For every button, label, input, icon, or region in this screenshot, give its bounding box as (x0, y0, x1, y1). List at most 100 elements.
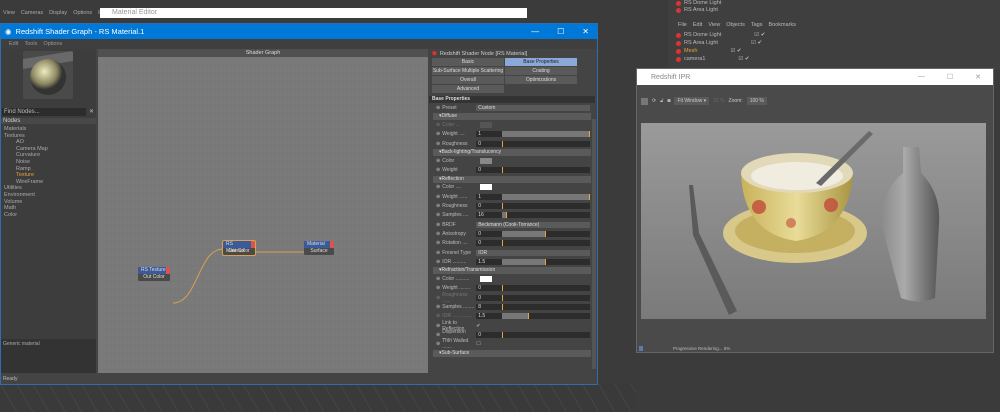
render-view[interactable] (641, 123, 986, 319)
color-swatch[interactable] (480, 276, 493, 283)
object-item[interactable]: RS Dome Light ☑ ✔ (676, 32, 765, 38)
value-slider[interactable] (502, 203, 591, 210)
dropdown[interactable]: Custom (476, 104, 591, 111)
param-icon[interactable]: ⊕ (436, 295, 440, 301)
maximize-button[interactable]: ☐ (557, 27, 564, 36)
param-icon[interactable]: ⊕ (436, 231, 440, 237)
value-input[interactable]: 8 (476, 303, 503, 310)
tab-advanced[interactable]: Advanced (432, 85, 504, 93)
value-slider[interactable] (502, 258, 591, 265)
tree-item-wireframe[interactable]: WireFrame (4, 179, 48, 186)
viewport-menu-cameras[interactable]: Cameras (21, 10, 43, 16)
param-icon[interactable]: ⊕ (436, 341, 440, 347)
value-slider[interactable] (502, 131, 591, 138)
minimize-button[interactable]: — (918, 73, 925, 81)
value-slider[interactable] (502, 285, 591, 292)
group-header[interactable]: ▾Diffuse (433, 113, 591, 121)
shader-graph-titlebar[interactable]: ◉ Redshift Shader Graph - RS Material.1 … (1, 24, 597, 39)
param-icon[interactable]: ⊕ (436, 313, 440, 319)
close-button[interactable]: ✕ (582, 27, 589, 36)
om-menu-tags[interactable]: Tags (751, 22, 763, 28)
material-editor-titlebar[interactable]: Material Editor (100, 8, 527, 18)
tree-item-environment[interactable]: Environment (4, 192, 48, 199)
checkbox[interactable]: ✔ (476, 323, 480, 329)
value-input[interactable]: 1 (476, 193, 503, 200)
param-icon[interactable]: ⊕ (436, 259, 440, 265)
tree-item-ao[interactable]: AO (4, 139, 48, 146)
scale-input[interactable]: 25 % (713, 98, 724, 104)
maximize-button[interactable]: ☐ (947, 73, 953, 81)
tab-basic[interactable]: Basic (432, 58, 504, 66)
menu-options[interactable]: Options (43, 41, 62, 47)
tab-optimizations[interactable]: Optimizations (505, 76, 577, 84)
group-header[interactable]: ▾Sub-Surface (433, 349, 591, 357)
value-input[interactable]: 1.5 (476, 313, 503, 320)
node-port[interactable]: Out Color (138, 274, 170, 281)
value-input[interactable]: 0 (476, 140, 503, 147)
viewport-wireframe[interactable] (0, 384, 636, 412)
param-icon[interactable]: ⊕ (436, 240, 440, 246)
tree-item-materials[interactable]: Materials (4, 126, 48, 133)
node-rs-material[interactable]: RS Material Out Color (222, 240, 256, 256)
om-menu-file[interactable]: File (678, 22, 687, 28)
value-slider[interactable] (502, 331, 591, 338)
color-swatch[interactable] (480, 184, 493, 191)
value-slider[interactable] (502, 294, 591, 301)
menu-edit[interactable]: Edit (9, 41, 18, 47)
minimize-button[interactable]: — (531, 27, 539, 36)
tree-item-textures[interactable]: Textures (4, 133, 48, 140)
ipr-titlebar[interactable]: Redshift IPR — ☐ ✕ (637, 69, 993, 85)
om-menu-bookmarks[interactable]: Bookmarks (768, 22, 796, 28)
param-icon[interactable]: ⊕ (436, 203, 440, 209)
viewport-menu-display[interactable]: Display (49, 10, 67, 16)
value-input[interactable]: 0 (476, 294, 503, 301)
node-rs-texture[interactable]: RS Texture Out Color (138, 267, 170, 281)
param-icon[interactable]: ⊕ (436, 167, 440, 173)
tree-item-utilities[interactable]: Utilities (4, 185, 48, 192)
dropdown[interactable]: Beckmann (Cook-Torrance) (476, 221, 591, 228)
param-icon[interactable]: ⊕ (436, 158, 440, 164)
node-port[interactable]: Surface (304, 248, 334, 255)
zoom-input[interactable]: 100 % (746, 97, 767, 105)
value-slider[interactable] (502, 193, 591, 200)
param-icon[interactable]: ⊕ (436, 304, 440, 310)
value-input[interactable]: 1 (476, 131, 503, 138)
color-swatch[interactable] (480, 121, 493, 128)
find-nodes-input[interactable]: Find Nodes... (2, 108, 86, 116)
param-icon[interactable]: ⊕ (436, 285, 440, 291)
tab-base-properties[interactable]: Base Properties (505, 58, 577, 66)
tab-coating[interactable]: Coating (505, 67, 577, 75)
dropdown[interactable]: IOR (476, 249, 591, 256)
viewport-menu-view[interactable]: View (3, 10, 15, 16)
tree-item-camera-map[interactable]: Camera Map (4, 146, 48, 153)
object-item[interactable]: RS Area Light (676, 7, 718, 13)
tab-overall[interactable]: Overall (432, 76, 504, 84)
value-slider[interactable] (502, 167, 591, 174)
attribute-scrollbar[interactable] (592, 119, 596, 369)
param-icon[interactable]: ⊕ (436, 122, 440, 128)
param-icon[interactable]: ⊕ (436, 105, 440, 111)
param-icon[interactable]: ⊕ (436, 212, 440, 218)
om-menu-edit[interactable]: Edit (693, 22, 702, 28)
value-input[interactable]: 0 (476, 230, 503, 237)
value-input[interactable]: 0 (476, 331, 503, 338)
param-icon[interactable]: ⊕ (436, 323, 440, 329)
visibility-check-icon[interactable]: ☑ ✔ (754, 32, 765, 38)
visibility-check-icon[interactable]: ☑ ✔ (730, 48, 741, 54)
tree-item-color[interactable]: Color (4, 212, 48, 219)
param-icon[interactable]: ⊕ (436, 222, 440, 228)
node-material-output[interactable]: Material Surface (304, 241, 334, 255)
om-menu-objects[interactable]: Objects (726, 22, 745, 28)
param-icon[interactable]: ⊕ (436, 141, 440, 147)
param-icon[interactable]: ⊕ (436, 131, 440, 137)
camera-icon[interactable]: ◙ (667, 98, 670, 104)
value-slider[interactable] (502, 303, 591, 310)
param-icon[interactable]: ⊕ (436, 250, 440, 256)
tree-item-volume[interactable]: Volume (4, 199, 48, 206)
group-header[interactable]: ▾Reflection (433, 175, 591, 183)
visibility-check-icon[interactable]: ☑ ✔ (751, 40, 762, 46)
value-input[interactable]: 16 (476, 212, 503, 219)
group-header[interactable]: ▾Back-lighting/Translucency (433, 149, 591, 157)
node-port[interactable]: Out Color (223, 248, 255, 255)
tree-item-curvature[interactable]: Curvature (4, 152, 48, 159)
